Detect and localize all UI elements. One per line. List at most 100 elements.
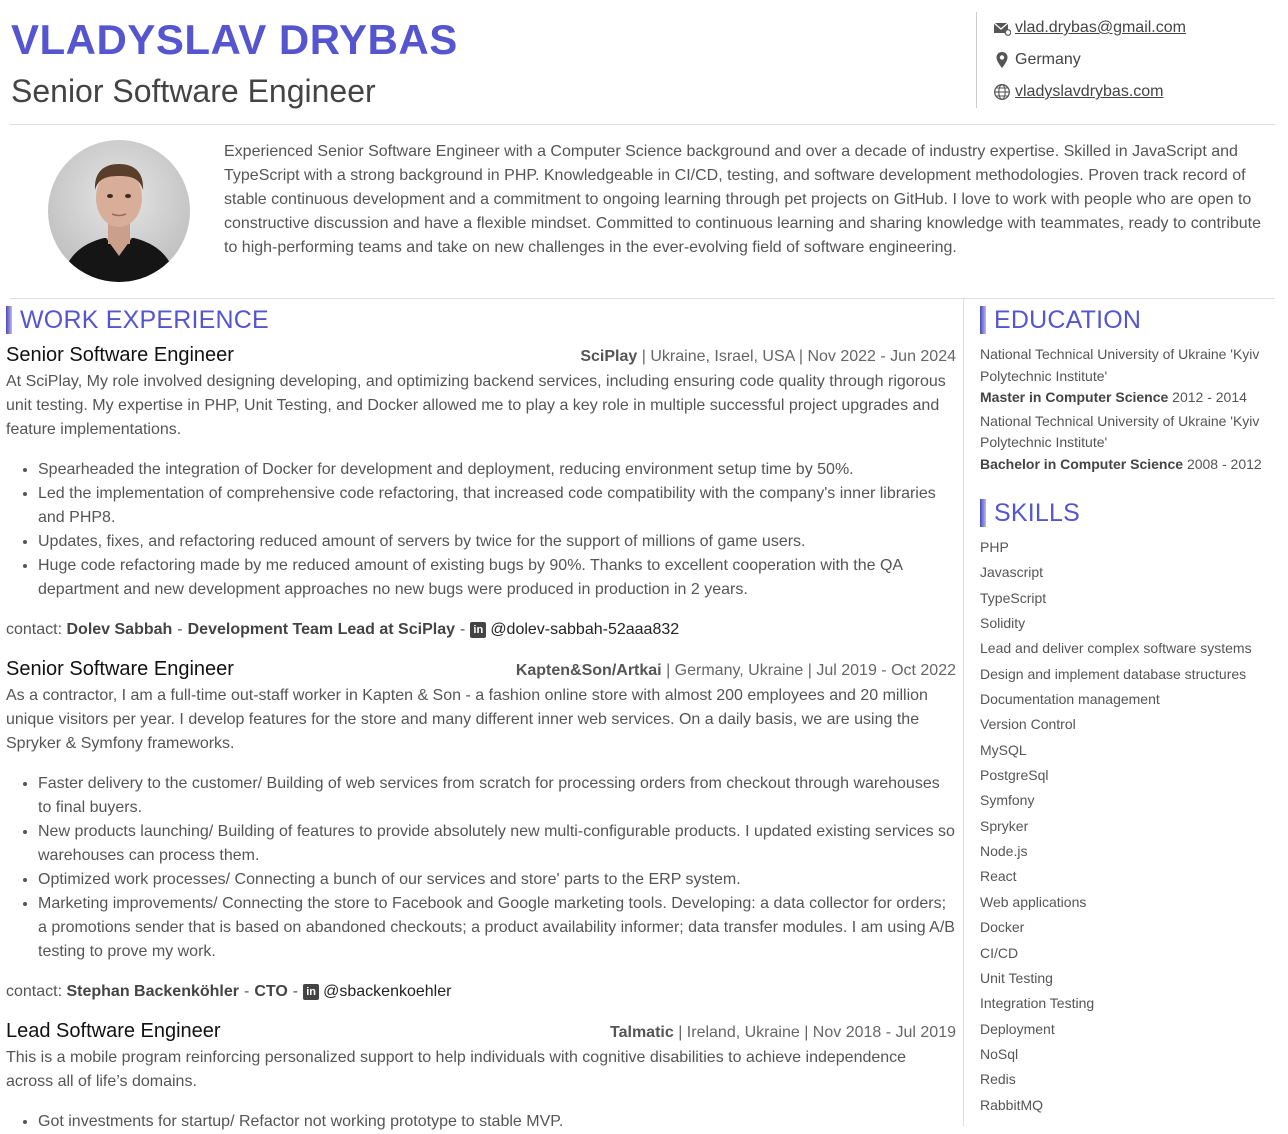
contact-handle[interactable]: @dolev-sabbah-52aaa832 bbox=[490, 618, 679, 642]
job-achievements: Got investments for startup/ Refactor no… bbox=[6, 1110, 956, 1134]
job-entry: Senior Software Engineer SciPlay | Ukrai… bbox=[6, 344, 956, 642]
person-name: VLADYSLAV DRYBAS bbox=[11, 16, 458, 63]
reference-contact: contact: Stephan Backenköhler - CTO - in @sba… bbox=[6, 980, 956, 1004]
work-experience-section: WORK EXPERIENCE Senior Software Engineer… bbox=[6, 306, 956, 1134]
education-item: National Technical University of Ukraine… bbox=[980, 344, 1270, 409]
job-meta: SciPlay | Ukraine, Israel, USA | Nov 202… bbox=[580, 348, 956, 366]
map-pin-icon bbox=[996, 52, 1008, 68]
job-meta: Kapten&Son/Artkai | Germany, Ukraine | J… bbox=[516, 662, 956, 680]
email-link[interactable]: vlad.drybas@gmail.com bbox=[1015, 19, 1186, 37]
job-description: At SciPlay, My role involved designing d… bbox=[6, 373, 946, 438]
skill-item: Unit Testing bbox=[980, 969, 1053, 986]
skill-item: Lead and deliver complex software system… bbox=[980, 640, 1252, 657]
achievement-item: Optimized work processes/ Connecting a b… bbox=[38, 868, 956, 892]
education-item: National Technical University of Ukraine… bbox=[980, 411, 1270, 476]
contact-label: contact: bbox=[6, 983, 63, 1000]
school-name: National Technical University of Ukraine… bbox=[980, 412, 1260, 451]
job-description: As a contractor, I am a full-time out-st… bbox=[6, 687, 928, 752]
achievement-item: Led the implementation of comprehensive … bbox=[38, 482, 956, 530]
contact-role: Development Team Lead at SciPlay bbox=[187, 621, 455, 638]
skill-item: Docker bbox=[980, 919, 1025, 936]
job-header: Lead Software Engineer Talmatic | Irelan… bbox=[6, 1020, 956, 1046]
job-role: Lead Software Engineer bbox=[6, 1020, 221, 1042]
job-role: Senior Software Engineer bbox=[6, 658, 234, 680]
job-meta: Talmatic | Ireland, Ukraine | Nov 2018 -… bbox=[610, 1024, 956, 1042]
skill-item: CI/CD bbox=[980, 944, 1019, 961]
skill-item: Symfony bbox=[980, 792, 1035, 809]
education-heading: EDUCATION bbox=[980, 306, 1270, 334]
website-link[interactable]: vladyslavdrybas.com bbox=[1015, 83, 1164, 101]
education-list: National Technical University of Ukraine… bbox=[980, 344, 1270, 475]
job-company: Talmatic bbox=[610, 1024, 674, 1041]
skill-item: Web applications bbox=[980, 893, 1087, 910]
contact-name: Dolev Sabbah bbox=[66, 621, 173, 638]
linkedin-icon: in bbox=[303, 984, 320, 1000]
contact-handle[interactable]: @sbackenkoehler bbox=[323, 980, 451, 1004]
job-details: | Ireland, Ukraine | Nov 2018 - Jul 2019 bbox=[678, 1024, 956, 1041]
profile-summary: Experienced Senior Software Engineer wit… bbox=[224, 143, 1262, 256]
skills-list: PHP Javascript TypeScript Solidity Lead … bbox=[980, 535, 1270, 1118]
achievement-item: Updates, fixes, and refactoring reduced … bbox=[38, 530, 956, 554]
heading-accent-bar bbox=[980, 499, 986, 527]
skill-item: TypeScript bbox=[980, 589, 1047, 606]
portrait-image bbox=[48, 140, 190, 282]
contact-location: Germany bbox=[993, 44, 1186, 76]
degree-years: 2012 - 2014 bbox=[1172, 389, 1247, 405]
job-role: Senior Software Engineer bbox=[6, 344, 234, 366]
achievement-item: New products launching/ Building of feat… bbox=[38, 820, 956, 868]
skill-item: Deployment bbox=[980, 1020, 1055, 1037]
skill-item: Integration Testing bbox=[980, 995, 1095, 1012]
column-divider bbox=[963, 298, 964, 1126]
degree-name: Master in Computer Science bbox=[980, 389, 1169, 405]
achievement-item: Got investments for startup/ Refactor no… bbox=[38, 1110, 956, 1134]
contact-role: CTO bbox=[254, 983, 288, 1000]
heading-accent-bar bbox=[6, 306, 12, 334]
job-description: This is a mobile program reinforcing per… bbox=[6, 1049, 907, 1090]
job-company: Kapten&Son/Artkai bbox=[515, 662, 662, 679]
profile-photo bbox=[48, 140, 190, 282]
contact-email: vlad.drybas@gmail.com bbox=[993, 12, 1186, 44]
skill-item: Node.js bbox=[980, 843, 1028, 860]
skills-heading: SKILLS bbox=[980, 499, 1270, 527]
contact-website: vladyslavdrybas.com bbox=[993, 76, 1186, 108]
job-details: | Germany, Ukraine | Jul 2019 - Oct 2022 bbox=[666, 662, 956, 679]
skill-item: Solidity bbox=[980, 615, 1026, 632]
job-details: | Ukraine, Israel, USA | Nov 2022 - Jun … bbox=[641, 348, 956, 365]
sidebar: EDUCATION National Technical University … bbox=[980, 306, 1270, 1118]
contact-info: vlad.drybas@gmail.com Germany vladyslavd… bbox=[976, 12, 1186, 108]
degree-years: 2008 - 2012 bbox=[1186, 455, 1262, 472]
skill-item: React bbox=[980, 868, 1017, 885]
globe-icon bbox=[994, 84, 1010, 100]
job-entry: Senior Software Engineer Kapten&Son/Artk… bbox=[6, 658, 956, 1004]
achievement-item: Faster delivery to the customer/ Buildin… bbox=[38, 772, 956, 820]
education-title: EDUCATION bbox=[994, 305, 1142, 334]
job-achievements: Spearheaded the integration of Docker fo… bbox=[6, 458, 956, 602]
skill-item: RabbitMQ bbox=[980, 1096, 1044, 1113]
heading-accent-bar bbox=[980, 306, 986, 334]
skills-title: SKILLS bbox=[994, 498, 1080, 527]
contact-name: Stephan Backenköhler bbox=[66, 983, 239, 1000]
location-text: Germany bbox=[1015, 51, 1081, 68]
skill-item: MySQL bbox=[980, 741, 1027, 758]
contact-label: contact: bbox=[6, 621, 63, 638]
degree-name: Bachelor in Computer Science bbox=[980, 455, 1184, 472]
job-entry: Lead Software Engineer Talmatic | Irelan… bbox=[6, 1020, 956, 1134]
skill-item: Design and implement database structures bbox=[980, 665, 1247, 682]
skill-item: Redis bbox=[980, 1071, 1016, 1088]
header-divider bbox=[10, 124, 1275, 125]
achievement-item: Marketing improvements/ Connecting the s… bbox=[38, 892, 956, 964]
linkedin-icon: in bbox=[470, 622, 487, 638]
work-experience-title: WORK EXPERIENCE bbox=[20, 305, 269, 334]
skill-item: NoSql bbox=[980, 1045, 1019, 1062]
job-header: Senior Software Engineer SciPlay | Ukrai… bbox=[6, 344, 956, 370]
skill-item: Version Control bbox=[980, 716, 1076, 733]
envelope-icon bbox=[993, 22, 1011, 36]
job-company: SciPlay bbox=[580, 348, 638, 365]
skill-item: Spryker bbox=[980, 817, 1029, 834]
school-name: National Technical University of Ukraine… bbox=[980, 346, 1260, 384]
skill-item: PostgreSql bbox=[980, 767, 1049, 784]
achievement-item: Spearheaded the integration of Docker fo… bbox=[38, 458, 956, 482]
person-title: Senior Software Engineer bbox=[11, 73, 376, 109]
skill-item: Documentation management bbox=[980, 691, 1160, 708]
skill-item: Javascript bbox=[980, 564, 1044, 581]
